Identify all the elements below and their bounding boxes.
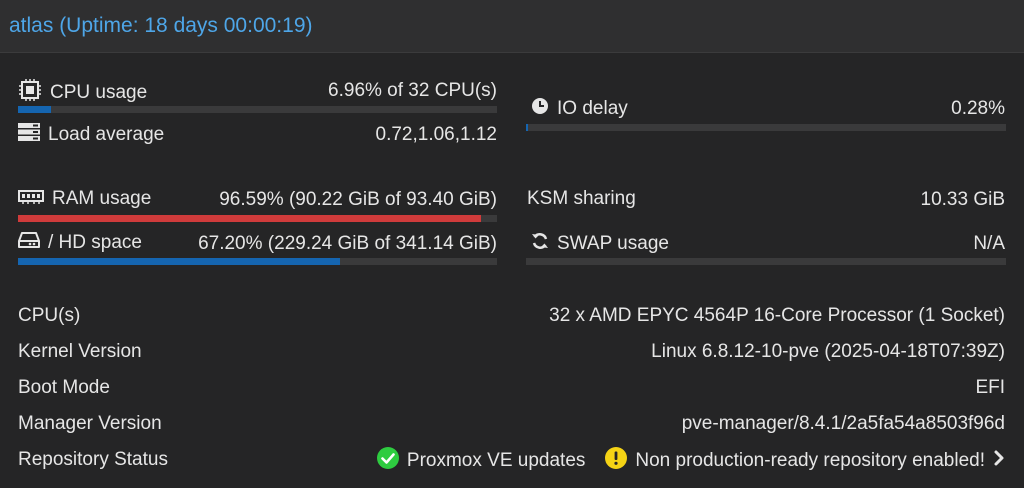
- cpu-usage-label: CPU usage: [50, 82, 148, 103]
- repo-ok-text: Proxmox VE updates: [406, 450, 586, 471]
- manager-version-label: Manager Version: [18, 413, 162, 434]
- node-header: atlas (Uptime: 18 days 00:00:19): [0, 0, 1024, 53]
- io-delay-label-group: IO delay: [531, 97, 628, 121]
- load-average-value: 0.72,1.06,1.12: [375, 124, 498, 145]
- io-delay-fill: [526, 124, 528, 131]
- load-average-label: Load average: [48, 124, 165, 145]
- refresh-icon: [531, 232, 549, 256]
- boot-mode-value: EFI: [975, 377, 1005, 398]
- swap-usage-label-group: SWAP usage: [531, 232, 669, 256]
- cpus-value: 32 x AMD EPYC 4564P 16-Core Processor (1…: [549, 305, 1005, 326]
- chip-icon: [18, 79, 42, 107]
- hdd-icon: [18, 232, 40, 254]
- ksm-sharing-value: 10.33 GiB: [920, 189, 1006, 210]
- kernel-version-value: Linux 6.8.12-10-pve (2025-04-18T07:39Z): [651, 341, 1005, 362]
- io-delay-bar: [526, 124, 1006, 131]
- ram-usage-label-group: RAM usage: [18, 188, 151, 210]
- ram-usage-bar: [18, 215, 497, 222]
- load-average-label-group: Load average: [18, 123, 164, 147]
- swap-usage-value: N/A: [973, 233, 1005, 254]
- io-delay-value: 0.28%: [951, 98, 1005, 119]
- cpu-usage-bar: [18, 106, 497, 113]
- cpus-label: CPU(s): [18, 305, 81, 326]
- cpu-usage-fill: [18, 106, 52, 113]
- ram-usage-fill: [18, 215, 481, 222]
- swap-usage-bar: [526, 258, 1006, 265]
- clock-icon: [531, 97, 549, 121]
- cpu-usage-value: 6.96% of 32 CPU(s): [328, 80, 497, 101]
- repo-warn-text: Non production-ready repository enabled!: [635, 450, 985, 471]
- hd-space-label: / HD space: [48, 232, 142, 253]
- ksm-sharing-label: KSM sharing: [527, 188, 636, 209]
- ram-usage-label: RAM usage: [52, 188, 152, 209]
- check-circle-icon: [376, 447, 399, 475]
- server-stack-icon: [18, 123, 40, 147]
- hd-space-fill: [18, 258, 340, 265]
- exclamation-circle-icon: [605, 447, 628, 475]
- hd-space-label-group: / HD space: [18, 232, 142, 254]
- io-delay-label: IO delay: [557, 98, 628, 119]
- repository-status-label: Repository Status: [18, 449, 168, 470]
- memory-icon: [18, 188, 44, 210]
- kernel-version-label: Kernel Version: [18, 341, 142, 362]
- swap-usage-label: SWAP usage: [557, 233, 669, 254]
- hd-space-value: 67.20% (229.24 GiB of 341.14 GiB): [198, 233, 497, 254]
- chevron-right-icon[interactable]: [993, 449, 1005, 473]
- manager-version-value: pve-manager/8.4.1/2a5fa54a8503f96d: [681, 413, 1005, 434]
- cpu-usage-label-group: CPU usage: [18, 79, 147, 107]
- ram-usage-value: 96.59% (90.22 GiB of 93.40 GiB): [219, 189, 497, 210]
- hd-space-bar: [18, 258, 497, 265]
- boot-mode-label: Boot Mode: [18, 377, 110, 398]
- repository-status-value[interactable]: Proxmox VE updates Non production-ready …: [376, 447, 1005, 475]
- node-title: atlas (Uptime: 18 days 00:00:19): [9, 14, 313, 37]
